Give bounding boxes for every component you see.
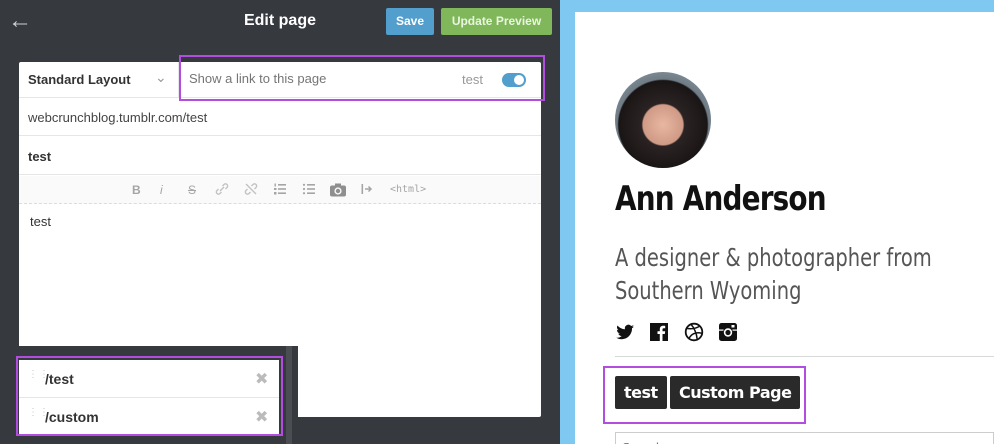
drag-handle-icon[interactable]: ⋮⋮ bbox=[28, 370, 49, 386]
bullet-list-icon[interactable] bbox=[302, 182, 316, 198]
show-link-input[interactable] bbox=[189, 71, 449, 86]
close-icon[interactable]: ✖ bbox=[255, 369, 268, 389]
list-item[interactable]: ⋮⋮ /test ✖ bbox=[19, 360, 279, 398]
dribbble-icon[interactable] bbox=[684, 322, 704, 342]
editor-toolbar: B i S <html> bbox=[19, 176, 541, 204]
page-title-field[interactable]: test bbox=[19, 137, 541, 175]
divider bbox=[178, 62, 179, 98]
page-link-label: /test bbox=[45, 371, 74, 387]
twitter-icon[interactable] bbox=[615, 322, 635, 342]
search-input[interactable] bbox=[615, 432, 994, 444]
layout-select[interactable]: Standard Layout bbox=[28, 72, 131, 87]
instagram-icon[interactable] bbox=[718, 322, 738, 342]
pages-list: ⋮⋮ /test ✖ ⋮⋮ /custom ✖ bbox=[19, 360, 279, 436]
ordered-list-icon[interactable] bbox=[273, 182, 287, 198]
nav-page-custom[interactable]: Custom Page bbox=[670, 376, 801, 409]
editor-header: ← Edit page Save Update Preview bbox=[0, 0, 560, 44]
page-link-label: /custom bbox=[45, 409, 99, 425]
update-preview-button[interactable]: Update Preview bbox=[441, 8, 552, 35]
italic-button[interactable]: i bbox=[160, 182, 163, 198]
blog-preview: Ann Anderson A designer & photographer f… bbox=[575, 12, 994, 444]
nav-page-test[interactable]: test bbox=[615, 376, 667, 409]
show-link-toggle[interactable] bbox=[502, 73, 526, 87]
html-mode-button[interactable]: <html> bbox=[390, 182, 426, 198]
drag-handle-icon[interactable]: ⋮⋮ bbox=[28, 408, 49, 424]
list-item[interactable]: ⋮⋮ /custom ✖ bbox=[19, 398, 279, 436]
layout-row: Standard Layout ⌄ test bbox=[19, 62, 541, 98]
chevron-down-icon[interactable]: ⌄ bbox=[155, 69, 167, 86]
body-editor[interactable]: test bbox=[30, 214, 51, 229]
page-url-field[interactable]: webcrunchblog.tumblr.com/test bbox=[19, 99, 541, 136]
link-icon[interactable] bbox=[215, 182, 229, 198]
pages-panel: ⋮⋮ /test ✖ ⋮⋮ /custom ✖ bbox=[0, 346, 298, 444]
divider bbox=[615, 356, 994, 357]
blog-name: Ann Anderson bbox=[615, 179, 827, 219]
unlink-icon[interactable] bbox=[244, 182, 258, 198]
back-arrow-icon[interactable]: ← bbox=[8, 9, 34, 35]
camera-icon[interactable] bbox=[329, 182, 347, 198]
bold-button[interactable]: B bbox=[132, 182, 141, 198]
close-icon[interactable]: ✖ bbox=[255, 407, 268, 427]
toggle-knob bbox=[514, 75, 524, 85]
save-button[interactable]: Save bbox=[386, 8, 434, 35]
avatar bbox=[615, 72, 711, 168]
blog-description: A designer & photographer from Southern … bbox=[615, 243, 932, 305]
read-more-icon[interactable] bbox=[360, 182, 374, 198]
scrollbar[interactable] bbox=[286, 346, 292, 444]
preview-frame: Ann Anderson A designer & photographer f… bbox=[560, 0, 994, 444]
strikethrough-button[interactable]: S bbox=[188, 182, 196, 198]
page-editor: ← Edit page Save Update Preview Standard… bbox=[0, 0, 560, 444]
toggle-label: test bbox=[462, 72, 483, 87]
facebook-icon[interactable] bbox=[649, 322, 669, 342]
